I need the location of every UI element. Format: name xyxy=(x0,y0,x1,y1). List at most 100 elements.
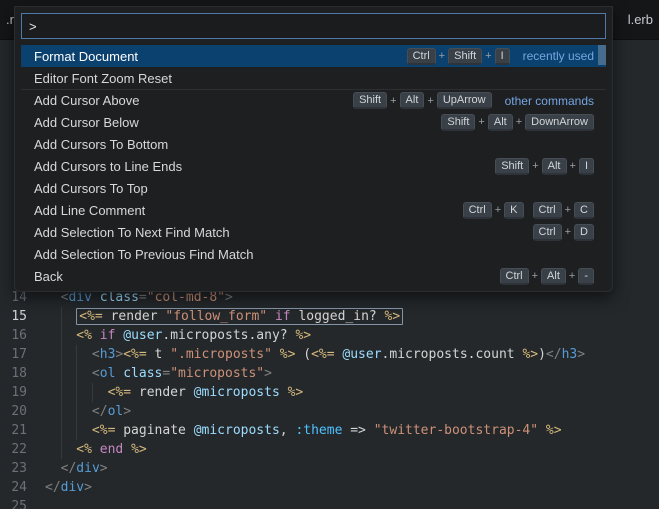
code-token: %> xyxy=(295,328,312,343)
command-label: Add Cursor Above xyxy=(34,93,140,108)
code-token: => xyxy=(342,423,374,438)
code-token: class xyxy=(123,366,163,381)
code-line[interactable]: 23 </div> xyxy=(0,459,659,478)
keybinding-key: Ctrl xyxy=(406,47,436,65)
indent-guide xyxy=(61,421,77,440)
keybinding-key: Shift xyxy=(441,113,476,131)
keybinding-plus: + xyxy=(568,270,576,282)
keybinding-plus: + xyxy=(478,116,485,128)
command-item[interactable]: Add Cursor Above Shift + Alt + UpArrow other c… xyxy=(21,89,606,111)
keybinding-plus: + xyxy=(485,50,492,62)
code-token: t xyxy=(146,347,171,362)
code-token: render xyxy=(131,385,194,400)
indent-guide xyxy=(45,307,61,326)
code-text: </ol> xyxy=(45,402,659,421)
code-line[interactable]: 19 <%= render @microposts %> xyxy=(0,383,659,402)
command-right: Ctrl + D xyxy=(532,223,594,241)
command-item[interactable]: Add Line Comment Ctrl + K Ctrl + C xyxy=(21,199,606,221)
command-input[interactable] xyxy=(21,13,606,39)
code-token: %> xyxy=(279,347,296,362)
keybinding-plus: + xyxy=(564,204,572,216)
code-line[interactable]: 21 <%= paginate @microposts, :theme => "t… xyxy=(0,421,659,440)
code-line[interactable]: 15 <%= render "follow_form" if logged_in?… xyxy=(0,307,659,326)
code-line[interactable]: 16 <% if @user.microposts.any? %> xyxy=(0,326,659,345)
command-item[interactable]: Editor Font Zoom Reset xyxy=(21,67,606,89)
line-number: 22 xyxy=(11,442,27,457)
indent-guide xyxy=(61,402,77,421)
code-token: .microposts.count xyxy=(381,347,523,362)
indent-guide xyxy=(76,364,92,383)
code-token: %> xyxy=(545,423,562,438)
keybinding-plus: + xyxy=(564,226,572,238)
indent-guide xyxy=(45,383,61,402)
tab-right-fragment[interactable]: l.erb xyxy=(622,12,659,27)
keybinding-key: Alt xyxy=(487,113,513,131)
code-text: </div> xyxy=(45,459,659,478)
code-token: <%= xyxy=(79,309,103,324)
indent-guide xyxy=(61,440,77,459)
command-item[interactable]: Add Selection To Next Find Match Ctrl + D xyxy=(21,221,606,243)
command-item[interactable]: Add Cursor Below Shift + Alt + DownArrow xyxy=(21,111,606,133)
code-token: %> xyxy=(131,442,147,457)
code-token: @user xyxy=(342,347,382,362)
code-line[interactable]: 20 </ol> xyxy=(0,402,659,421)
command-item[interactable]: Add Cursors to Line Ends Shift + Alt + I xyxy=(21,155,606,177)
code-token: %> xyxy=(287,385,304,400)
app-window: .rb l.erb 14<div class="col-md-8">15<%= … xyxy=(0,0,659,509)
code-token: </ xyxy=(91,404,108,419)
keybinding-key: I xyxy=(494,47,510,65)
code-line[interactable]: 24 </div> xyxy=(0,478,659,497)
code-token: </ xyxy=(545,347,562,362)
command-item[interactable]: Add Cursors To Bottom xyxy=(21,133,606,155)
code-token: div xyxy=(76,461,100,476)
keybinding-key: D xyxy=(574,223,594,241)
command-label: Format Document xyxy=(34,48,139,64)
code-text: <%= render @microposts %> xyxy=(45,383,659,402)
code-text: <%= paginate @microposts, :theme => "twi… xyxy=(45,421,659,440)
code-text: <ol class="microposts"> xyxy=(45,364,659,383)
command-right: Ctrl + K Ctrl + C xyxy=(462,201,594,219)
code-token: "twitter-bootstrap-4" xyxy=(373,423,539,438)
code-token: div xyxy=(60,480,85,495)
code-token: > xyxy=(577,347,586,362)
code-line[interactable]: 25 xyxy=(0,497,659,509)
code-token: > xyxy=(225,290,233,305)
keybinding-key: C xyxy=(574,201,594,219)
command-item[interactable]: Add Selection To Previous Find Match xyxy=(21,243,606,265)
code-token: paginate xyxy=(115,423,194,438)
command-item[interactable]: Add Cursors To Top xyxy=(21,177,606,199)
code-token: </ xyxy=(60,461,77,476)
indent-guide xyxy=(45,326,61,345)
command-item[interactable]: Back Ctrl + Alt + - xyxy=(21,265,606,287)
code-line[interactable]: 22 <% end %> xyxy=(0,440,659,459)
keybinding-plus: + xyxy=(531,270,539,282)
code-token: ol xyxy=(99,366,116,381)
code-token: ol xyxy=(107,404,124,419)
code-line[interactable]: 18 <ol class="microposts"> xyxy=(0,364,659,383)
code-token: logged_in? xyxy=(290,309,385,324)
code-token: h3 xyxy=(99,347,116,362)
indent-guide xyxy=(45,364,61,383)
keybinding-chord: Shift + Alt + DownArrow xyxy=(441,113,594,131)
keybinding-key: I xyxy=(578,157,594,175)
code-token: h3 xyxy=(561,347,578,362)
keybinding-plus: + xyxy=(438,50,446,62)
command-label: Editor Font Zoom Reset xyxy=(34,70,172,86)
scrollbar-thumb[interactable] xyxy=(598,45,606,65)
indent-guide xyxy=(61,383,77,402)
code-token: "follow_form" xyxy=(165,309,268,324)
line-number: 21 xyxy=(11,423,27,438)
code-token: > xyxy=(99,461,108,476)
indent-guide xyxy=(76,345,92,364)
code-lines: 14 <div class="col-md-8"> 15 <%= render "fo… xyxy=(0,288,659,509)
code-token: %> xyxy=(384,309,401,324)
command-label: Add Cursors To Bottom xyxy=(34,136,169,152)
code-line[interactable]: 17 <h3><%= t ".microposts" %> (<%= @user.… xyxy=(0,345,659,364)
command-item[interactable]: Format Document Ctrl + Shift + Irecently used xyxy=(21,45,606,67)
keybinding-chord: Shift + Alt + UpArrow xyxy=(353,92,492,109)
command-label: Add Selection To Next Find Match xyxy=(34,224,230,240)
code-token: "col-md-8" xyxy=(146,290,226,305)
